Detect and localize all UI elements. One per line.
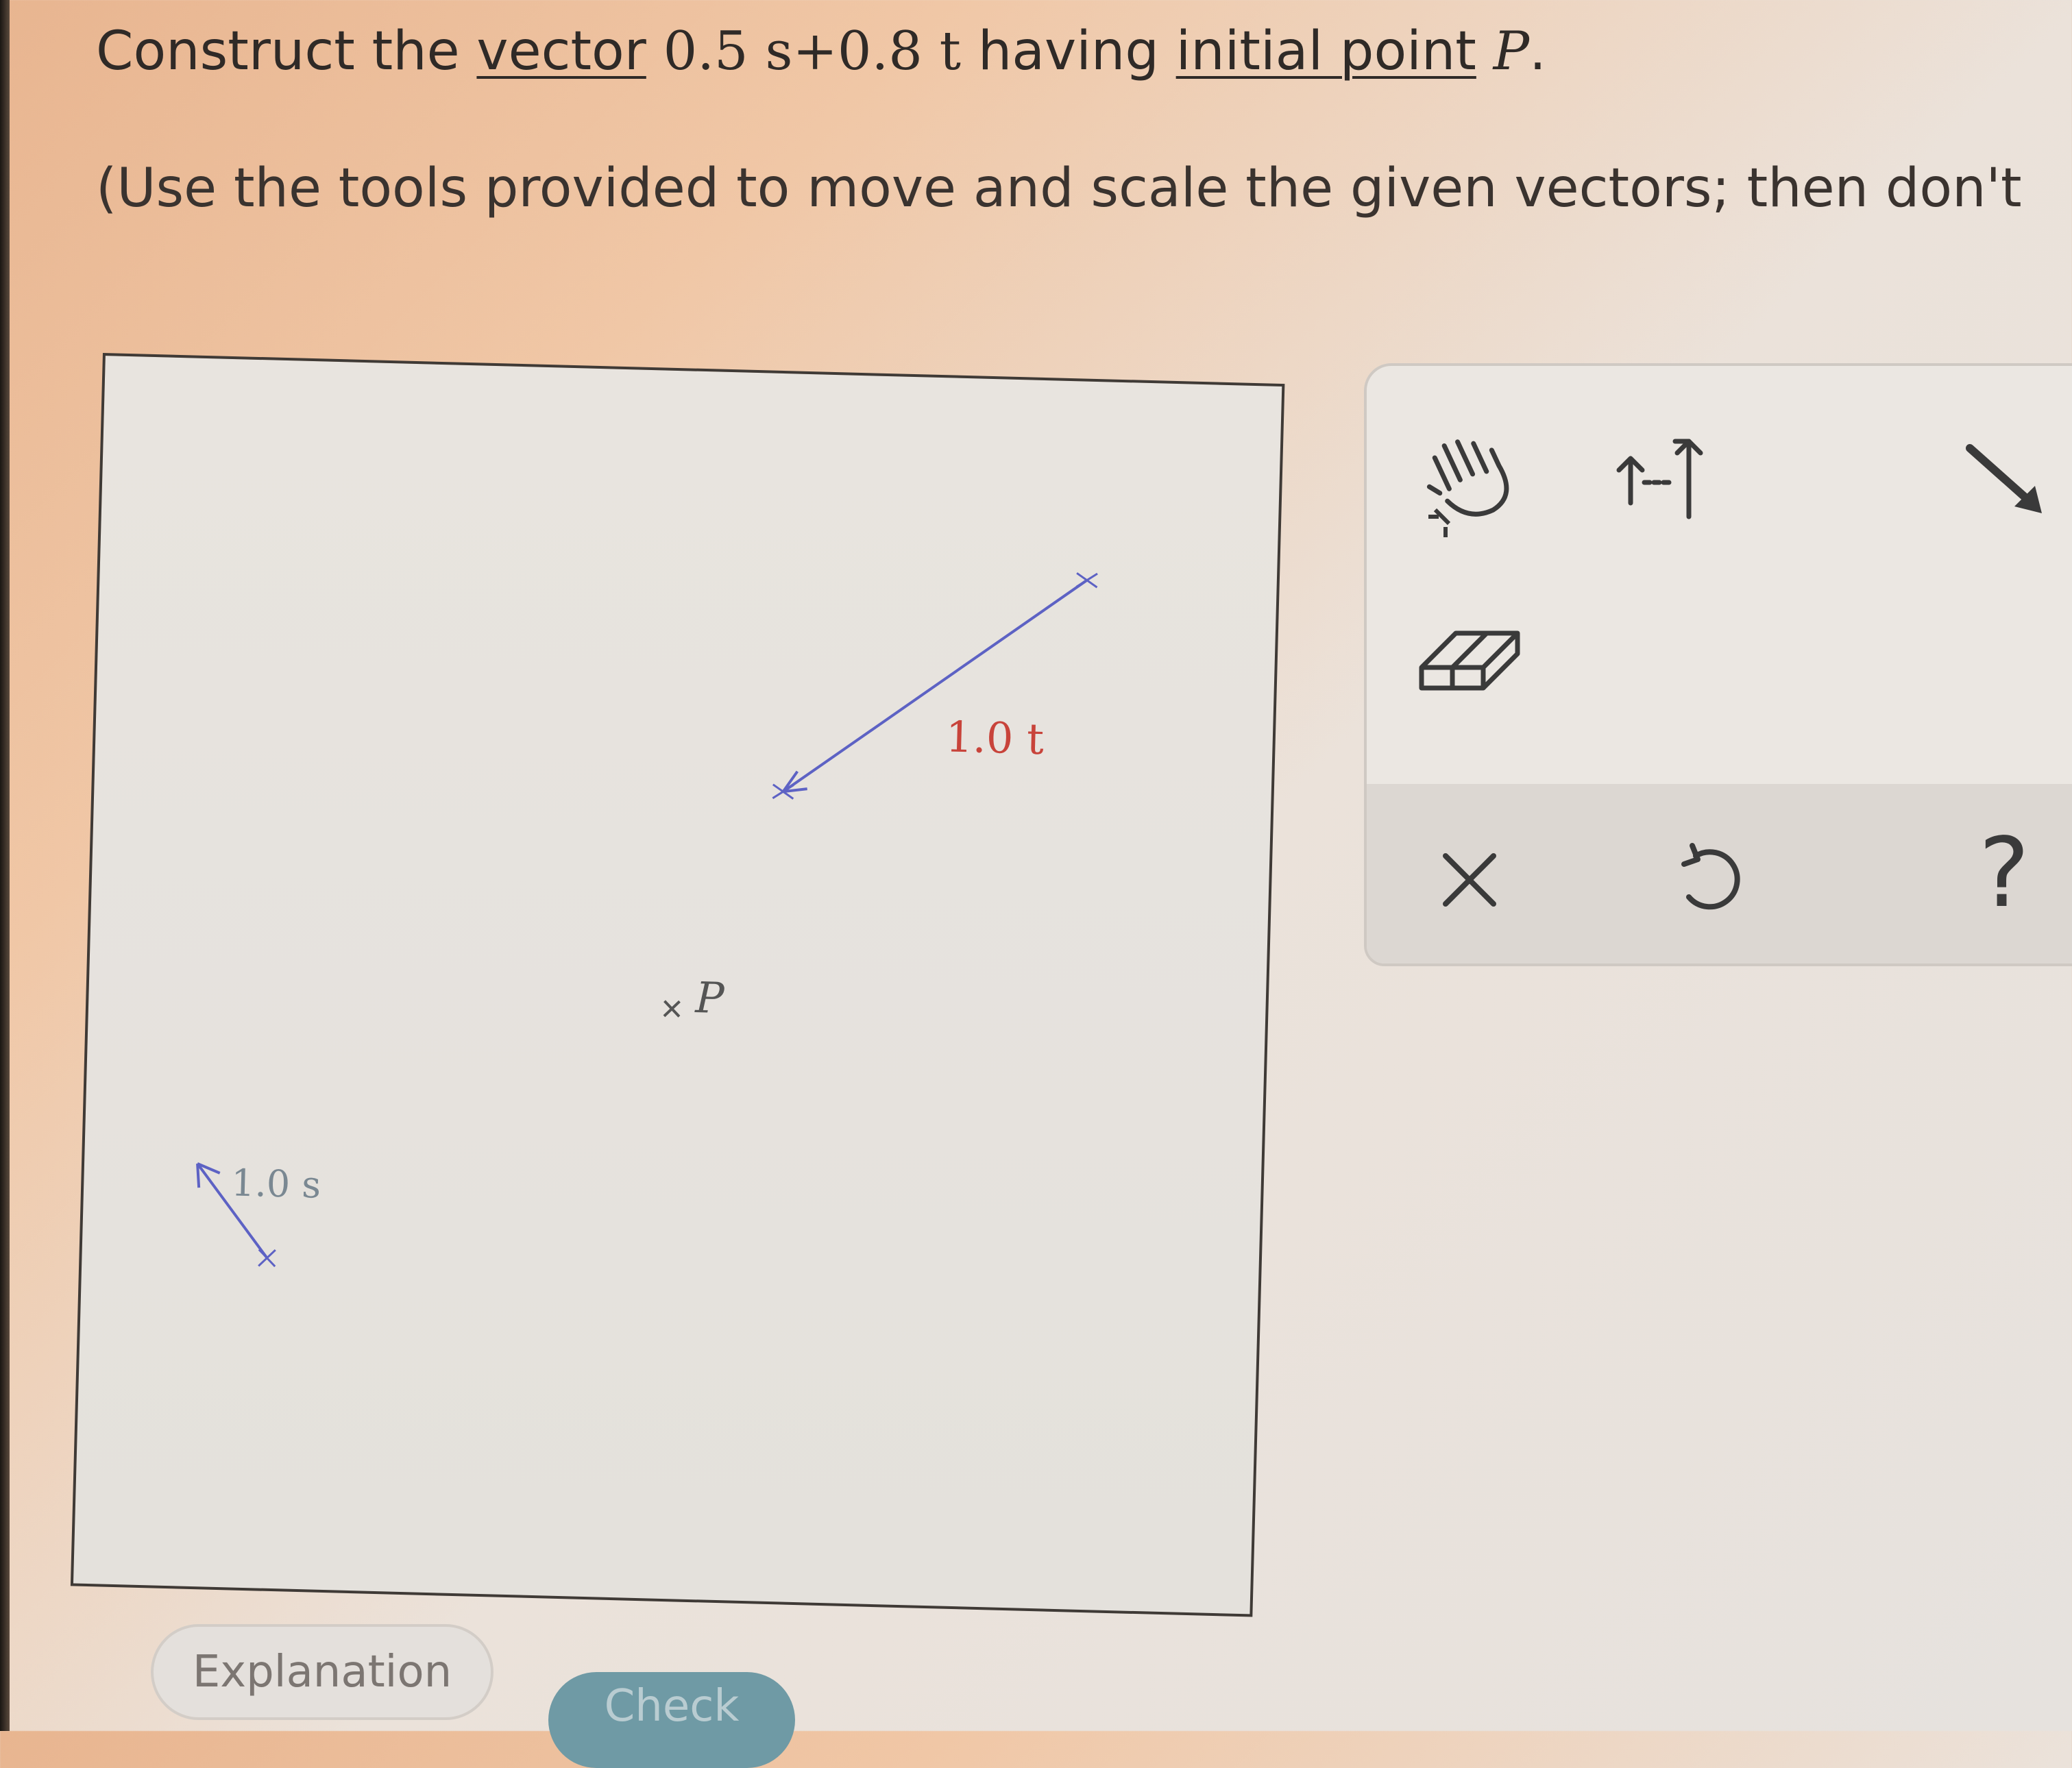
- question-part: Construct the: [96, 21, 477, 82]
- question-text: Construct the vector 0.5 s+0.8 t having …: [96, 21, 1546, 82]
- clear-x-icon[interactable]: [1401, 811, 1538, 948]
- help-glyph: ?: [1978, 817, 2030, 929]
- vector-s-label: 1.0 s: [231, 1161, 321, 1206]
- instruction-text: (Use the tools provided to move and scal…: [96, 158, 2022, 219]
- point-p-marker: [663, 1000, 681, 1018]
- tool-panel: ?: [1364, 363, 2072, 966]
- screen-bezel: [0, 0, 10, 1731]
- vector-t-label: 1.0 t: [945, 711, 1045, 764]
- point-name: P: [1476, 21, 1530, 82]
- point-p-label: P: [694, 972, 726, 1023]
- check-button[interactable]: Check: [548, 1672, 795, 1768]
- question-period: .: [1529, 21, 1546, 82]
- undo-icon[interactable]: [1641, 811, 1778, 948]
- explanation-button[interactable]: Explanation: [151, 1624, 493, 1720]
- draw-vector-icon[interactable]: [1936, 407, 2072, 544]
- graph-canvas[interactable]: 1.0 t P 1.0 s: [70, 353, 1285, 1617]
- vector-expression: 0.5 s+0.8 t: [646, 21, 978, 82]
- question-part: having: [977, 21, 1176, 82]
- initial-point-link[interactable]: initial point: [1176, 21, 1476, 82]
- vector-link[interactable]: vector: [476, 21, 646, 82]
- move-hand-icon[interactable]: [1401, 407, 1538, 544]
- eraser-icon[interactable]: [1401, 585, 1538, 722]
- scale-vector-icon[interactable]: [1593, 407, 1730, 544]
- vector-t[interactable]: [772, 565, 1098, 807]
- help-icon[interactable]: ?: [1936, 805, 2072, 942]
